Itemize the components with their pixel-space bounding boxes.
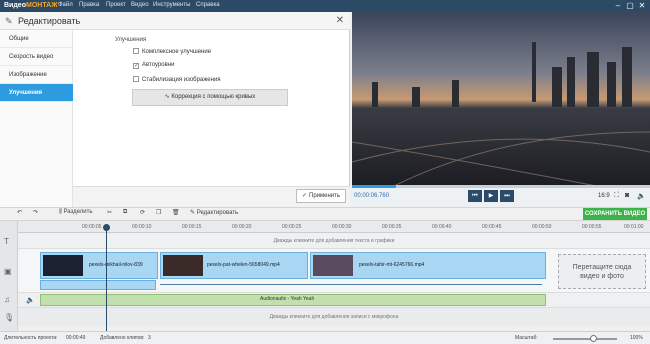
clip-name: pexels-pat-whelen-5658049.mp4 xyxy=(207,262,280,268)
player-time: 00:00:06.760 xyxy=(354,193,390,199)
transition-bar[interactable] xyxy=(40,280,156,290)
menu-file[interactable]: Файл xyxy=(58,2,73,8)
undo-icon[interactable]: ↶ xyxy=(17,209,22,216)
edit-header: ✎ Редактировать ✕ xyxy=(0,12,350,30)
clips-label: Добавлено клипов: xyxy=(100,335,145,341)
tick: 00:00:20 xyxy=(232,224,252,230)
duration-value: 00:00:49 xyxy=(66,335,86,341)
playhead-handle[interactable] xyxy=(103,224,110,231)
duplicate-icon[interactable]: ❐ xyxy=(156,209,161,216)
zoom-label: Масштаб: xyxy=(515,335,538,341)
zoom-slider-handle[interactable] xyxy=(590,335,597,342)
player-progress[interactable] xyxy=(352,185,650,188)
menu-project[interactable]: Проект xyxy=(106,2,126,8)
option-complex[interactable]: Комплексное улучшение xyxy=(133,48,211,55)
maximize-icon[interactable]: ▢ xyxy=(624,1,636,11)
clip-name: pexels-mikhail-nilov-839 xyxy=(89,262,143,268)
music-track-icon: ♫ xyxy=(4,295,10,304)
tick: 00:00:25 xyxy=(282,224,302,230)
checkbox-icon[interactable] xyxy=(133,48,139,54)
menu-video[interactable]: Видео xyxy=(131,2,149,8)
checkbox-icon[interactable] xyxy=(133,76,139,82)
text-track-hint: Дважды кликните для добавления текста и … xyxy=(273,238,395,244)
timeline-toolbar xyxy=(0,207,650,221)
clip-name: pexels-tahir-mt-6245766.mp4 xyxy=(359,262,425,268)
play-icon[interactable]: ▶ xyxy=(484,190,498,202)
edit-icon: ✎ xyxy=(190,210,197,216)
section-title: Улучшения xyxy=(115,37,147,43)
aspect-ratio[interactable]: 16:9 xyxy=(598,193,610,199)
tick: 00:00:15 xyxy=(182,224,202,230)
video-track-icon: ▣ xyxy=(4,267,12,276)
audio-volume-icon[interactable]: 🔈 xyxy=(26,296,35,304)
volume-icon[interactable]: 🔈 xyxy=(637,192,646,200)
player-progress-fill xyxy=(352,185,396,188)
prev-frame-icon[interactable]: ⏮ xyxy=(468,190,482,202)
cut-icon[interactable]: ✂ xyxy=(107,209,112,216)
tab-speed[interactable]: Скорость видео xyxy=(0,48,73,66)
tick: 00:00:50 xyxy=(532,224,552,230)
video-clip[interactable]: pexels-tahir-mt-6245766.mp4 xyxy=(310,252,546,279)
tab-general[interactable]: Общие xyxy=(0,30,73,48)
playhead[interactable] xyxy=(106,225,107,331)
mic-track[interactable]: Дважды кликните для добавления записи с … xyxy=(18,308,650,326)
option-autolevels[interactable]: ✓ Автоуровни xyxy=(133,62,174,69)
clip-link-line xyxy=(160,284,542,285)
tick: 00:00:30 xyxy=(332,224,352,230)
clip-thumbnail xyxy=(313,255,353,276)
edit-title: Редактировать xyxy=(18,16,81,26)
edit-button[interactable]: ✎ Редактировать xyxy=(190,209,238,216)
text-track[interactable]: Дважды кликните для добавления текста и … xyxy=(18,233,650,249)
menu-tools[interactable]: Инструменты xyxy=(153,2,190,8)
tick: 00:00:35 xyxy=(382,224,402,230)
pencil-icon: ✎ xyxy=(5,16,13,26)
fullscreen-icon[interactable]: ⛶ xyxy=(614,192,619,200)
media-drop-zone[interactable]: Перетащите сюда видео и фото xyxy=(558,254,646,289)
audio-clip-name: Audionautix - Yeah Yeah xyxy=(260,296,315,302)
tick: 00:00:40 xyxy=(432,224,452,230)
menu-bar: ВидеоМОНТАЖ Файл Правка Проект Видео Инс… xyxy=(0,0,650,12)
mic-track-hint: Дважды кликните для добавления записи с … xyxy=(269,314,399,320)
check-icon: ✓ xyxy=(301,193,307,199)
edit-sidebar: Общие Скорость видео Изображение Улучшен… xyxy=(0,30,73,207)
clips-value: 3 xyxy=(148,335,151,341)
minimize-icon[interactable]: – xyxy=(612,1,624,11)
preview-image xyxy=(352,12,650,187)
app-logo: ВидеоМОНТАЖ xyxy=(4,2,58,9)
zoom-value: 100% xyxy=(630,335,643,341)
zoom-slider[interactable] xyxy=(553,338,617,340)
video-clip[interactable]: pexels-pat-whelen-5658049.mp4 xyxy=(160,252,308,279)
close-window-icon[interactable]: ✕ xyxy=(636,1,648,11)
menu-help[interactable]: Справка xyxy=(196,2,220,8)
apply-button[interactable]: ✓ Применить xyxy=(296,189,346,203)
track-labels: T ▣ ♫ 🎙 xyxy=(0,221,18,331)
crop-icon[interactable]: ⧉ xyxy=(123,209,127,216)
close-panel-icon[interactable]: ✕ xyxy=(336,15,344,26)
video-preview xyxy=(352,12,650,187)
rotate-icon[interactable]: ⟳ xyxy=(140,209,145,216)
video-clip[interactable]: pexels-mikhail-nilov-839 xyxy=(40,252,158,279)
tick: 00:00:05 xyxy=(82,224,102,230)
clip-thumbnail xyxy=(163,255,203,276)
snapshot-icon[interactable]: ◙ xyxy=(625,192,629,199)
mic-track-icon: 🎙 xyxy=(4,313,15,322)
text-track-icon: T xyxy=(4,237,9,246)
clip-thumbnail xyxy=(43,255,83,276)
tick: 00:00:45 xyxy=(482,224,502,230)
tab-image[interactable]: Изображение xyxy=(0,66,73,84)
delete-icon[interactable]: 🗑 xyxy=(172,209,180,216)
tick: 00:01:00 xyxy=(624,224,644,230)
split-button[interactable]: ⫼ Разделить xyxy=(59,209,93,216)
option-stabilize[interactable]: Стабилизация изображения xyxy=(133,76,221,83)
save-video-button[interactable]: СОХРАНИТЬ ВИДЕО xyxy=(583,208,647,220)
duration-label: Длительность проекта: xyxy=(4,335,58,341)
checkbox-checked-icon[interactable]: ✓ xyxy=(133,63,139,69)
tick: 00:00:55 xyxy=(582,224,602,230)
menu-edit[interactable]: Правка xyxy=(79,2,99,8)
redo-icon[interactable]: ↷ xyxy=(33,209,38,216)
tick: 00:00:10 xyxy=(132,224,152,230)
next-frame-icon[interactable]: ⏭ xyxy=(500,190,514,202)
curves-button[interactable]: ∿ Коррекция с помощью кривых xyxy=(132,89,288,106)
tab-enhancements[interactable]: Улучшения xyxy=(0,84,73,102)
